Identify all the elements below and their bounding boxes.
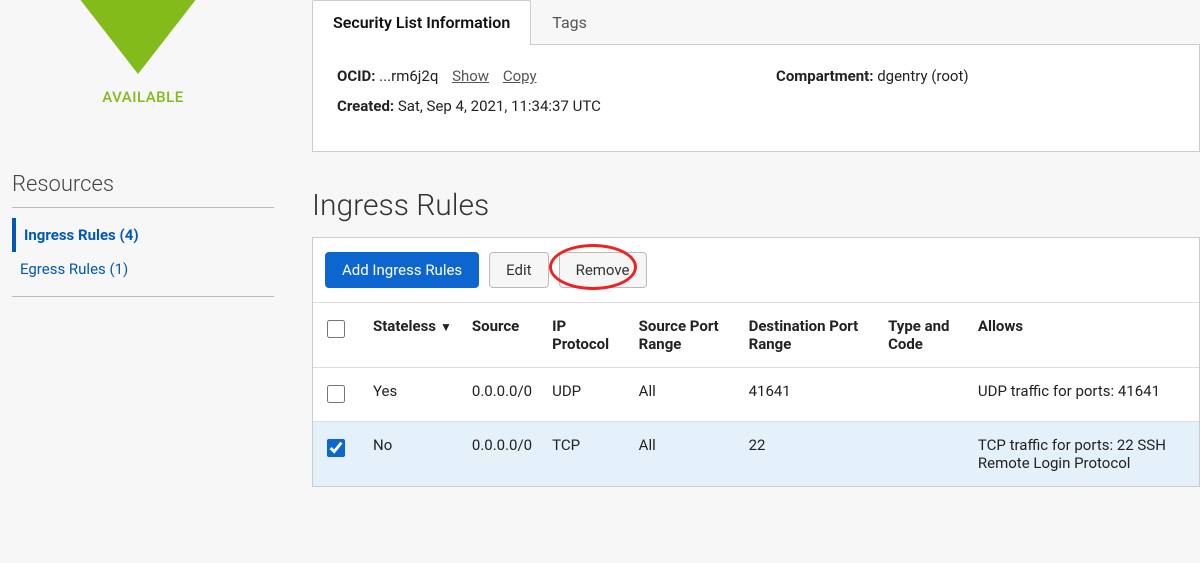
resources-list: Ingress Rules (4) Egress Rules (1) [12, 218, 274, 297]
ocid-show-link[interactable]: Show [452, 67, 489, 85]
add-ingress-rules-button[interactable]: Add Ingress Rules [325, 252, 479, 288]
cell-source: 0.0.0.0/0 [462, 422, 542, 487]
row-checkbox[interactable] [327, 385, 345, 403]
ocid-copy-link[interactable]: Copy [503, 67, 537, 85]
cell-allows: TCP traffic for ports: 22 SSH Remote Log… [968, 422, 1199, 487]
row-checkbox[interactable] [327, 439, 345, 457]
col-allows[interactable]: Allows [968, 303, 1199, 368]
sidebar-item-egress-rules[interactable]: Egress Rules (1) [12, 252, 274, 286]
col-ip-protocol[interactable]: IP Protocol [542, 303, 629, 368]
created-label: Created: [337, 97, 394, 115]
compartment-value: dgentry (root) [877, 67, 968, 85]
cell-stateless: No [363, 422, 462, 487]
col-destination-port-range[interactable]: Destination Port Range [739, 303, 878, 368]
remove-button[interactable]: Remove [559, 252, 647, 288]
col-stateless[interactable]: Stateless▼ [363, 303, 462, 368]
sidebar-item-ingress-rules[interactable]: Ingress Rules (4) [12, 218, 274, 252]
col-type-and-code[interactable]: Type and Code [878, 303, 968, 368]
created-value: Sat, Sep 4, 2021, 11:34:37 UTC [398, 97, 601, 115]
select-all-checkbox[interactable] [327, 320, 345, 338]
table-row: No 0.0.0.0/0 TCP All 22 TCP traffic for … [313, 422, 1199, 487]
col-source-port-range[interactable]: Source Port Range [629, 303, 739, 368]
resources-heading: Resources [12, 172, 274, 208]
cell-allows: UDP traffic for ports: 41641 [968, 368, 1199, 422]
security-list-info-panel: OCID: ...rm6j2q Show Copy Created: Sat, … [312, 45, 1200, 152]
compartment-label: Compartment: [776, 67, 873, 85]
sort-caret-down-icon: ▼ [440, 320, 452, 334]
ocid-label: OCID: [337, 67, 376, 85]
cell-type-and-code [878, 368, 968, 422]
table-row: Yes 0.0.0.0/0 UDP All 41641 UDP traffic … [313, 368, 1199, 422]
cell-stateless: Yes [363, 368, 462, 422]
status-hexagon-icon [43, 0, 233, 74]
section-title: Ingress Rules [312, 188, 1200, 223]
tab-tags[interactable]: Tags [531, 0, 608, 44]
ingress-rules-table: Stateless▼ Source IP Protocol Source Por… [313, 302, 1199, 486]
cell-type-and-code [878, 422, 968, 487]
cell-source: 0.0.0.0/0 [462, 368, 542, 422]
status-label: AVAILABLE [43, 88, 243, 106]
tab-security-list-information[interactable]: Security List Information [312, 0, 531, 45]
col-source[interactable]: Source [462, 303, 542, 368]
cell-source-port-range: All [629, 368, 739, 422]
cell-destination-port-range: 22 [739, 422, 878, 487]
edit-button[interactable]: Edit [489, 252, 548, 288]
cell-destination-port-range: 41641 [739, 368, 878, 422]
cell-ip-protocol: UDP [542, 368, 629, 422]
cell-source-port-range: All [629, 422, 739, 487]
tab-bar: Security List Information Tags [312, 0, 1200, 45]
ocid-value: ...rm6j2q [379, 67, 438, 85]
cell-ip-protocol: TCP [542, 422, 629, 487]
ingress-rules-panel: Add Ingress Rules Edit Remove Stateless▼… [312, 237, 1200, 487]
